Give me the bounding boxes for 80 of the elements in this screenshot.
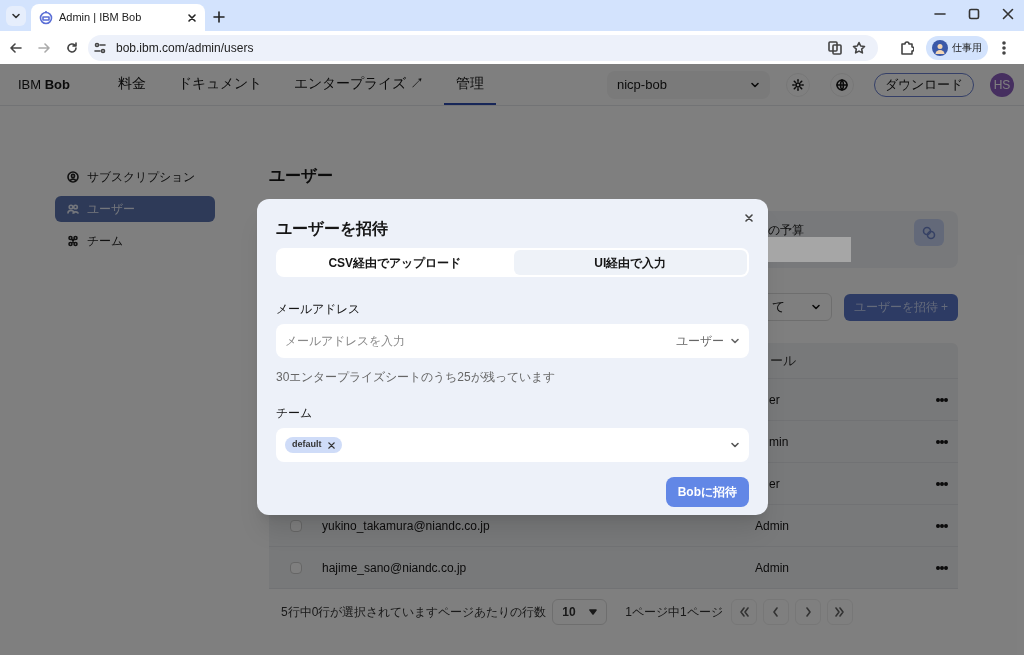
profile-button[interactable]: 仕事用 xyxy=(926,35,988,60)
user-avatar[interactable]: HS xyxy=(990,72,1014,97)
sidebar-item[interactable]: サブスクリプション xyxy=(55,164,215,190)
last-page-button[interactable] xyxy=(826,599,853,625)
email-label: メールアドレス xyxy=(276,301,361,318)
sidebar-item[interactable]: チーム xyxy=(55,228,215,254)
browser-tab[interactable]: Admin | IBM Bob xyxy=(31,4,205,31)
page-title: ユーザー xyxy=(269,166,334,186)
org-name: nicp-bob xyxy=(617,75,667,94)
org-select[interactable]: nicp-bob xyxy=(607,70,770,99)
selection-count: 5行中0行が選択されています xyxy=(281,604,439,621)
email-cell-text: yukino_takamura@niandc.co.jp xyxy=(322,517,490,535)
rows-per-page-label: ページあたりの行数 xyxy=(438,604,547,621)
more-icon[interactable] xyxy=(936,439,948,444)
globe-icon xyxy=(836,78,848,91)
role-cell-text: er xyxy=(769,391,780,409)
page-info: 1ページ中1ページ xyxy=(625,604,723,621)
chevron-down-icon xyxy=(730,336,740,346)
role-cell-text: Admin xyxy=(755,517,789,535)
first-page-button[interactable] xyxy=(730,599,757,625)
more-icon[interactable] xyxy=(936,481,948,486)
dialog-tab[interactable]: UI経由で入力 xyxy=(513,250,747,275)
row-checkbox[interactable] xyxy=(290,519,302,532)
double-chevron-right-icon xyxy=(833,606,846,618)
address-bar[interactable]: bob.ibm.com/admin/users xyxy=(88,34,878,61)
chevron-down-icon xyxy=(11,11,21,21)
role-select[interactable]: ユーザー xyxy=(676,332,749,350)
seats-note: 30エンタープライズシートのうち25が残っています xyxy=(276,369,556,386)
role-cell-text: Admin xyxy=(755,559,789,577)
email-cell-text: hajime_sano@niandc.co.jp xyxy=(322,559,467,577)
star-icon[interactable] xyxy=(852,40,866,55)
close-icon[interactable] xyxy=(1002,8,1014,20)
user-circle-icon xyxy=(67,171,79,183)
close-icon[interactable] xyxy=(187,12,197,23)
column-header: ール xyxy=(770,351,796,370)
tab-list-button[interactable] xyxy=(6,6,26,26)
dialog-title: ユーザーを招待 xyxy=(276,219,389,237)
nav-link[interactable]: ドキュメント xyxy=(166,64,274,105)
nav-link[interactable]: エンタープライズ ↗ xyxy=(282,64,436,105)
tab-title: Admin | IBM Bob xyxy=(59,10,143,26)
plus-icon[interactable] xyxy=(213,11,225,23)
filter-value: て xyxy=(771,298,785,317)
more-icon[interactable] xyxy=(936,523,948,528)
puzzle-icon[interactable] xyxy=(900,40,914,55)
close-icon[interactable] xyxy=(745,214,753,222)
sidebar-item[interactable]: ユーザー xyxy=(55,196,215,222)
people-grid-icon xyxy=(67,235,79,247)
role-cell-text: min xyxy=(769,433,789,451)
translate-icon[interactable] xyxy=(828,40,842,55)
more-icon[interactable] xyxy=(936,565,948,570)
nav-link[interactable]: 管理 xyxy=(443,64,496,105)
profile-name: 仕事用 xyxy=(952,41,982,55)
maximize-icon[interactable] xyxy=(968,8,980,20)
team-label: チーム xyxy=(276,405,313,422)
double-chevron-left-icon xyxy=(737,606,750,618)
back-arrow-icon[interactable] xyxy=(10,41,22,54)
more-vertical-icon[interactable] xyxy=(1002,40,1006,55)
brand-logo[interactable]: IBM Bob xyxy=(18,74,70,95)
coins-icon xyxy=(922,225,936,240)
invite-submit-button[interactable]: Bobに招待 xyxy=(665,477,749,507)
email-field[interactable]: メールアドレスを入力 ユーザー xyxy=(276,324,749,358)
url-text: bob.ibm.com/admin/users xyxy=(116,39,255,57)
more-icon[interactable] xyxy=(936,397,948,402)
chevron-down-icon xyxy=(730,440,740,450)
users-icon xyxy=(67,203,79,215)
rows-per-page-select[interactable]: 10 xyxy=(552,599,608,625)
row-checkbox[interactable] xyxy=(290,561,302,574)
team-chip[interactable]: default xyxy=(285,437,342,453)
nav-link[interactable]: 料金 xyxy=(106,64,158,105)
reload-icon[interactable] xyxy=(66,41,78,54)
tune-icon[interactable] xyxy=(94,41,106,54)
sun-icon xyxy=(792,78,804,91)
remove-icon xyxy=(327,441,335,449)
avatar-icon xyxy=(932,39,948,56)
role-cell-text: er xyxy=(769,475,780,493)
budget-label: の予算 xyxy=(768,222,804,239)
caret-down-icon xyxy=(589,609,598,615)
rows-per-page-value: 10 xyxy=(562,604,576,621)
chevron-down-icon xyxy=(810,302,821,312)
team-select[interactable]: default xyxy=(276,428,749,462)
